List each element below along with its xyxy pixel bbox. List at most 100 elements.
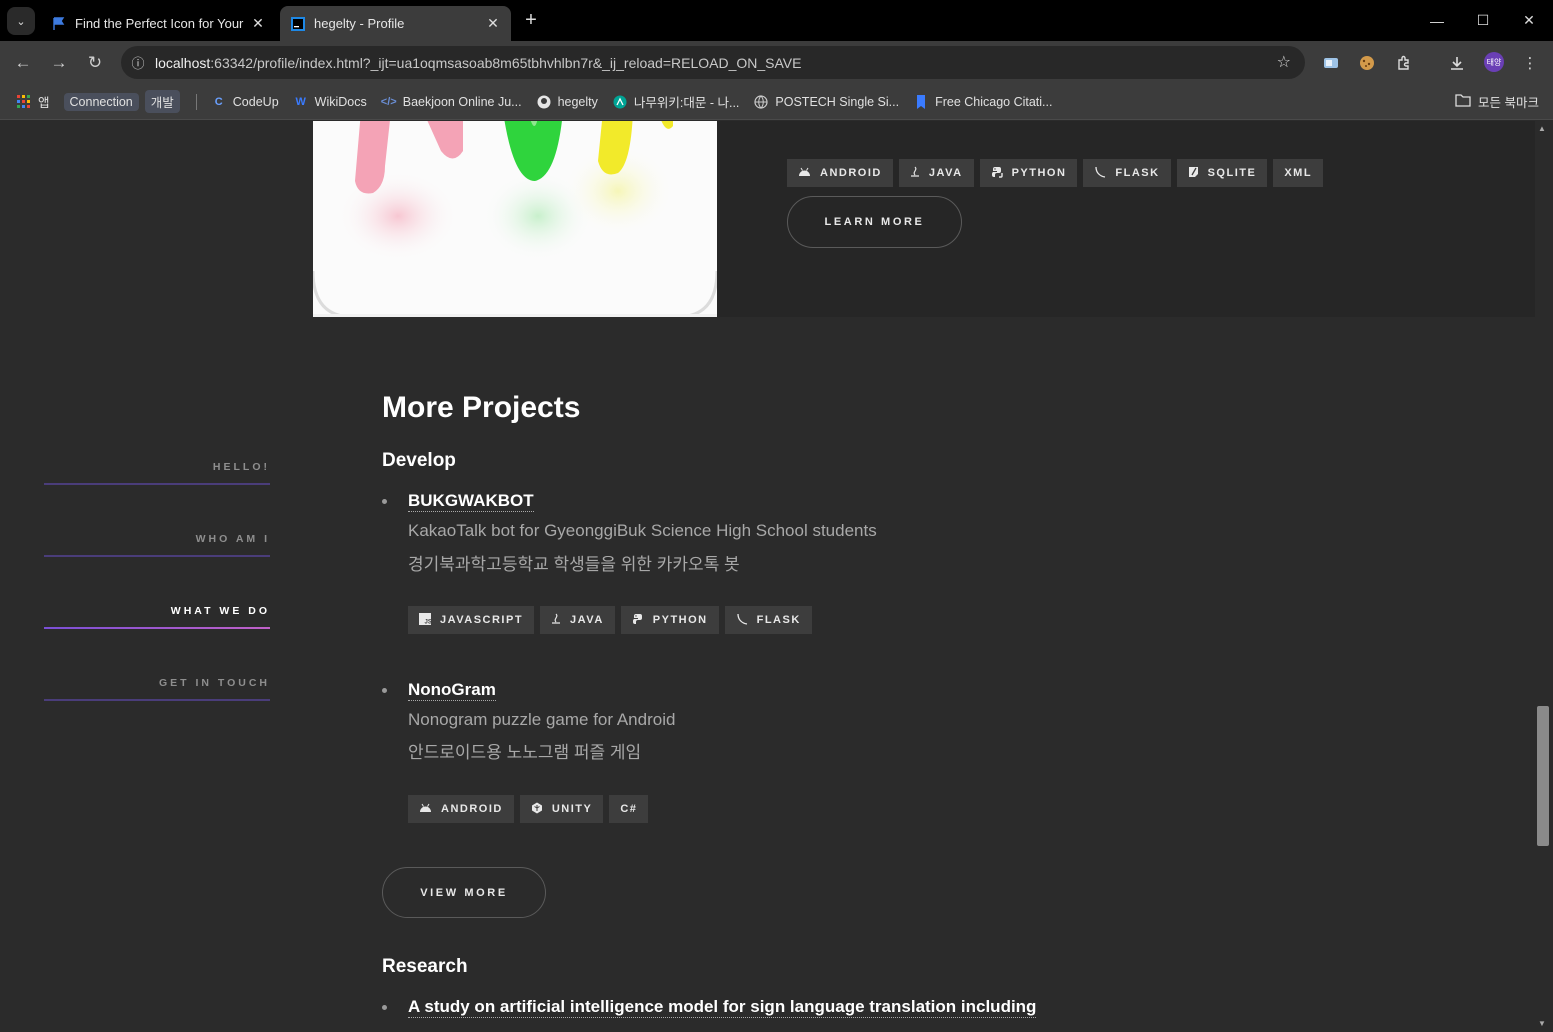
page-scrollbar[interactable]: ▲ ▼ — [1535, 121, 1552, 1032]
more-menu-icon[interactable]: ⋮ — [1519, 52, 1541, 74]
bookmark-github[interactable]: hegelty — [536, 94, 598, 110]
featured-project-image — [313, 121, 717, 317]
site-info-icon[interactable]: ⓘ — [121, 53, 155, 72]
bullet — [382, 499, 387, 504]
bookmark-baekjoon[interactable]: </> Baekjoon Online Ju... — [381, 94, 522, 110]
sidenav-item-what-we-do[interactable]: WHAT WE DO — [44, 605, 270, 677]
unity-icon — [531, 802, 543, 817]
project-tag-list: ANDROID UNITY C# — [408, 795, 649, 823]
reload-icon: ↻ — [87, 53, 103, 72]
research-link[interactable]: A study on artificial intelligence model… — [408, 997, 1037, 1018]
bullet — [382, 688, 387, 693]
tag-java: JAVA — [540, 606, 615, 634]
tag-android: ANDROID — [787, 159, 893, 187]
tag-android: ANDROID — [408, 795, 514, 823]
wikidocs-icon: W — [295, 95, 306, 108]
webstorm-icon — [290, 16, 306, 32]
arrow-left-icon: ← — [14, 53, 32, 72]
android-icon — [798, 166, 811, 180]
sidenav-item-who-am-i[interactable]: WHO AM I — [44, 533, 270, 605]
bookmark-chicago-citation[interactable]: Free Chicago Citati... — [913, 94, 1052, 110]
project-description-ko: 경기북과학고등학교 학생들을 위한 카카오톡 봇 — [408, 555, 740, 574]
namuwiki-icon — [612, 94, 628, 110]
reload-button[interactable]: ↻ — [82, 50, 108, 76]
view-more-button[interactable]: VIEW MORE — [382, 867, 546, 918]
research-heading: Research — [382, 956, 468, 977]
bookmark-icon — [913, 94, 929, 110]
profile-avatar[interactable]: 태양 — [1484, 52, 1504, 72]
scrollbar-thumb[interactable] — [1537, 706, 1549, 846]
tag-python: PYTHON — [620, 606, 719, 634]
more-projects-heading: More Projects — [382, 391, 581, 424]
tag-csharp: C# — [609, 795, 649, 823]
sqlite-icon — [1188, 166, 1199, 181]
chevron-down-icon: ⌄ — [16, 15, 26, 28]
list-item: A study on artificial intelligence model… — [382, 997, 1382, 1027]
extension-icon[interactable] — [1320, 52, 1342, 74]
cookie-icon[interactable] — [1356, 52, 1378, 74]
bookmark-codeup[interactable]: C CodeUp — [211, 94, 279, 110]
forward-button[interactable]: → — [46, 50, 72, 76]
bookmark-separator — [195, 93, 197, 110]
address-bar[interactable]: ⓘ localhost:63342/profile/index.html?_ij… — [121, 46, 1305, 79]
github-icon — [536, 94, 552, 110]
folder-icon — [1455, 93, 1471, 110]
all-bookmarks-folder[interactable]: 모든 북마크 — [1455, 92, 1539, 111]
tag-javascript: JS JAVASCRIPT — [408, 606, 535, 634]
sidenav-item-get-in-touch[interactable]: GET IN TOUCH — [44, 677, 270, 749]
tag-java: JAVA — [898, 159, 974, 187]
download-icon[interactable] — [1446, 52, 1468, 74]
bookmark-folder-dev[interactable]: 개발 — [144, 90, 180, 113]
scroll-up-arrow[interactable]: ▲ — [1538, 124, 1546, 133]
bookmarks-bar: 앱 Connection 개발 C CodeUp W WikiDocs </> Bae… — [0, 84, 1553, 120]
learn-more-button[interactable]: LEARN MORE — [787, 196, 962, 248]
project-link-bukgwakbot[interactable]: BUKGWAKBOT — [408, 491, 534, 512]
java-icon — [551, 613, 561, 628]
arrow-right-icon: → — [50, 53, 68, 72]
java-icon — [910, 166, 920, 181]
new-tab-button[interactable]: + — [519, 9, 543, 33]
globe-icon — [753, 94, 769, 110]
develop-heading: Develop — [382, 450, 456, 471]
star-icon[interactable]: ☆ — [1277, 52, 1291, 72]
apps-grid-icon — [16, 94, 32, 110]
tab-search-button[interactable]: ⌄ — [7, 7, 35, 35]
flask-icon — [736, 613, 748, 628]
bookmark-namuwiki[interactable]: 나무위키:대문 - 나... — [612, 92, 739, 111]
python-icon — [991, 166, 1003, 181]
tag-flask: FLASK — [1083, 159, 1171, 187]
project-description-ko: 안드로이드용 노노그램 퍼즐 게임 — [408, 743, 642, 762]
minimize-button[interactable]: — — [1414, 0, 1460, 41]
tag-flask: FLASK — [724, 606, 812, 634]
android-icon — [419, 802, 432, 816]
tab-title: hegelty - Profile — [314, 16, 405, 31]
tab-find-icon[interactable]: Find the Perfect Icon for Your ✕ — [41, 6, 276, 41]
flag-icon — [51, 16, 67, 32]
url-text: localhost:63342/profile/index.html?_ijt=… — [155, 54, 802, 71]
python-icon — [632, 613, 644, 628]
close-window-button[interactable]: ✕ — [1506, 0, 1552, 41]
scroll-down-arrow[interactable]: ▼ — [1538, 1019, 1546, 1028]
featured-tag-list: ANDROID JAVA PYTHON FLASK SQLITE XML — [787, 159, 1324, 187]
back-button[interactable]: ← — [10, 50, 36, 76]
sidenav-underline — [44, 555, 270, 557]
flask-icon — [1094, 166, 1106, 181]
close-icon[interactable]: ✕ — [250, 15, 266, 32]
sidenav-item-hello[interactable]: HELLO! — [44, 461, 270, 533]
tag-unity: UNITY — [519, 795, 604, 823]
tab-profile[interactable]: hegelty - Profile ✕ — [280, 6, 511, 41]
project-description-en: KakaoTalk bot for GyeonggiBuk Science Hi… — [408, 521, 877, 540]
svg-text:JS: JS — [425, 619, 432, 625]
maximize-button[interactable]: ☐ — [1460, 0, 1506, 41]
project-link-nonogram[interactable]: NonoGram — [408, 680, 496, 701]
codeup-icon: C — [214, 95, 223, 108]
bookmark-postech[interactable]: POSTECH Single Si... — [753, 94, 899, 110]
bookmark-wikidocs[interactable]: W WikiDocs — [293, 94, 366, 110]
bookmark-folder-connection[interactable]: Connection — [63, 92, 139, 111]
close-icon[interactable]: ✕ — [485, 15, 501, 32]
puzzle-icon[interactable] — [1393, 52, 1415, 74]
project-description-en: Nonogram puzzle game for Android — [408, 710, 676, 729]
bookmark-apps[interactable]: 앱 — [16, 92, 50, 111]
project-tag-list: JS JAVASCRIPT JAVA PYTHON FLASK — [408, 606, 812, 634]
code-icon: </> — [380, 95, 397, 108]
